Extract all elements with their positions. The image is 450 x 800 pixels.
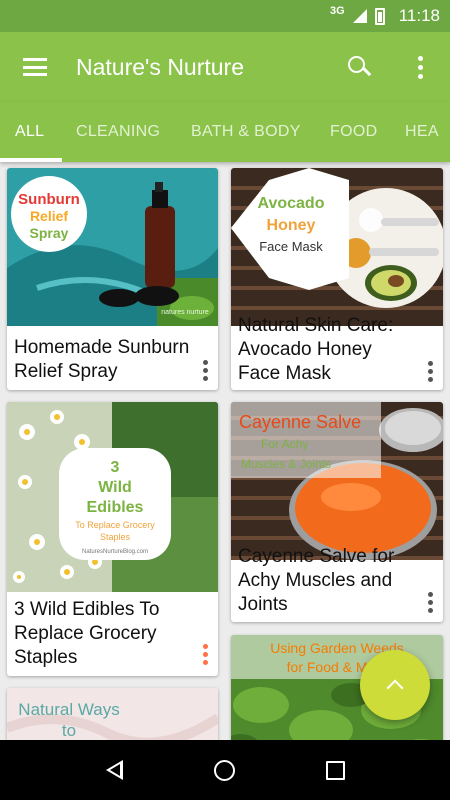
- edibles-overlay-line2: Wild: [98, 479, 132, 496]
- overflow-menu-icon[interactable]: [408, 55, 432, 79]
- sunburn-overlay-line3: Spray: [30, 225, 69, 241]
- card-title: Natural Skin Care: Avocado Honey Face Ma…: [238, 315, 394, 384]
- clock: 11:18: [398, 6, 440, 25]
- more-vert-icon[interactable]: [428, 361, 434, 382]
- natural-ways-image: Natural Ways to: [7, 688, 218, 740]
- avocado-mask-image: Avocado Honey Face Mask: [231, 168, 443, 326]
- signal-icon: [352, 9, 367, 23]
- watermark: natures nurture: [161, 309, 209, 316]
- cayenne-overlay-line3: Muscles & Joints: [241, 457, 331, 471]
- article-card-wild-edibles[interactable]: 3 Wild Edibles To Replace Grocery Staple…: [7, 402, 218, 676]
- tab-food[interactable]: FOOD: [330, 102, 377, 162]
- home-icon[interactable]: [213, 759, 235, 781]
- tab-all[interactable]: ALL: [15, 102, 44, 162]
- scroll-to-top-button[interactable]: [360, 650, 430, 720]
- edibles-overlay-line4: To Replace Grocery: [75, 520, 155, 530]
- more-vert-icon[interactable]: [203, 644, 209, 665]
- search-icon[interactable]: [347, 55, 371, 79]
- tab-cleaning[interactable]: CLEANING: [76, 102, 160, 162]
- more-vert-icon[interactable]: [203, 360, 209, 381]
- natural-ways-overlay-line1: Natural Ways: [18, 700, 119, 719]
- article-card-sunburn-spray[interactable]: Sunburn Relief Spray natures nurture Hom…: [7, 168, 218, 390]
- more-vert-icon[interactable]: [428, 592, 434, 613]
- tab-health[interactable]: HEA: [405, 102, 439, 162]
- system-nav-bar: [0, 740, 450, 800]
- status-bar: 3G 11:18: [0, 0, 450, 32]
- natural-ways-overlay-line2: to: [62, 721, 76, 740]
- network-type: 3G: [330, 5, 345, 17]
- avocado-overlay-line1: Avocado: [258, 195, 325, 212]
- article-card-cayenne-salve[interactable]: Cayenne Salve For Achy Muscles & Joints …: [231, 402, 443, 622]
- article-card-natural-ways[interactable]: Natural Ways to: [7, 688, 218, 740]
- cayenne-overlay-line2: For Achy: [261, 437, 308, 451]
- edibles-overlay-line6: NaturesNurtureBlog.com: [82, 549, 148, 555]
- chevron-up-icon: [386, 679, 404, 697]
- card-title: Cayenne Salve for Achy Muscles and Joint…: [238, 546, 395, 615]
- sunburn-spray-image: Sunburn Relief Spray natures nurture: [7, 168, 218, 326]
- back-icon[interactable]: [105, 760, 123, 780]
- card-title: Homemade Sunburn Relief Spray: [14, 337, 190, 382]
- avocado-overlay-line3: Face Mask: [259, 239, 323, 254]
- app-bar: Nature's Nurture: [0, 32, 450, 102]
- edibles-overlay-line3: Edibles: [87, 499, 144, 516]
- edibles-overlay-line1: 3: [111, 459, 120, 476]
- tab-bath-body[interactable]: BATH & BODY: [191, 102, 301, 162]
- avocado-overlay-line2: Honey: [267, 217, 316, 234]
- category-tabs: ALL CLEANING BATH & BODY FOOD HEA: [0, 102, 450, 162]
- edibles-overlay-line5: Staples: [100, 532, 131, 542]
- cayenne-overlay-line1: Cayenne Salve: [239, 412, 361, 432]
- wild-edibles-image: 3 Wild Edibles To Replace Grocery Staple…: [7, 402, 218, 592]
- app-title: Nature's Nurture: [76, 53, 245, 80]
- sunburn-overlay-line1: Sunburn: [18, 191, 80, 208]
- tab-indicator: [0, 158, 62, 162]
- menu-icon[interactable]: [23, 58, 47, 76]
- recent-apps-icon[interactable]: [325, 760, 345, 780]
- cayenne-salve-image: Cayenne Salve For Achy Muscles & Joints: [231, 402, 443, 560]
- card-title: 3 Wild Edibles To Replace Grocery Staple…: [14, 599, 160, 668]
- article-card-avocado-mask[interactable]: Avocado Honey Face Mask Natural Skin Car…: [231, 168, 443, 390]
- sunburn-overlay-line2: Relief: [30, 208, 68, 224]
- battery-icon: [374, 7, 385, 25]
